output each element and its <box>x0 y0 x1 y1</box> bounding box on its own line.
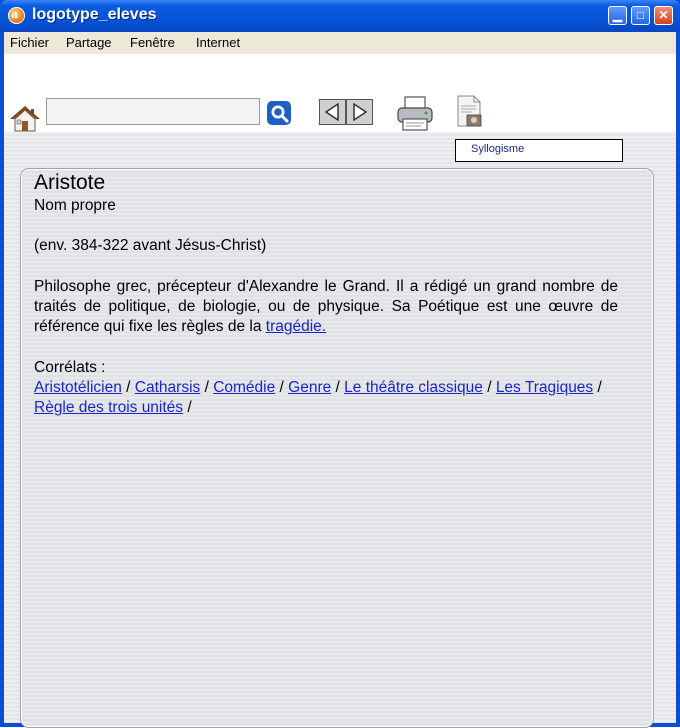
menu-internet[interactable]: Internet <box>196 35 240 50</box>
separator: / <box>275 379 289 396</box>
separator: / <box>331 379 345 396</box>
link-catharsis[interactable]: Catharsis <box>135 379 200 396</box>
separator: / <box>593 379 602 396</box>
client-area: Fichier Partage Fenêtre Internet Syllogi… <box>4 32 676 728</box>
window-title: logotype_eleves <box>32 6 157 23</box>
title-bar[interactable]: a logotype_eleves ▁ □ ✕ <box>0 0 680 32</box>
menu-partage[interactable]: Partage <box>66 35 112 50</box>
back-arrow-icon[interactable] <box>319 99 346 125</box>
close-button[interactable]: ✕ <box>654 6 673 25</box>
correlats-list: Aristotélicien / Catharsis / Comédie / G… <box>34 378 618 418</box>
separator: / <box>121 379 135 396</box>
menu-fichier[interactable]: Fichier <box>10 35 49 50</box>
app-window: a logotype_eleves ▁ □ ✕ Fichier Partage … <box>0 0 680 728</box>
separator: / <box>482 379 496 396</box>
entry-description: Philosophe grec, précepteur d'Alexandre … <box>34 277 618 337</box>
menu-fenetre[interactable]: Fenêtre <box>130 35 175 50</box>
minimize-button[interactable]: ▁ <box>608 6 627 25</box>
app-logo-icon: a <box>8 7 25 24</box>
document-icon[interactable] <box>456 95 484 129</box>
definition-content: Aristote Nom propre (env. 384-322 avant … <box>34 170 618 418</box>
link-tragedie[interactable]: tragédie. <box>266 318 326 335</box>
tooltip-syllogisme: Syllogisme <box>455 139 623 162</box>
link-comedie[interactable]: Comédie <box>213 379 275 396</box>
printer-icon[interactable] <box>395 95 435 133</box>
separator: / <box>200 379 214 396</box>
search-icon[interactable] <box>266 100 292 126</box>
forward-arrow-icon[interactable] <box>346 99 373 125</box>
home-icon[interactable] <box>9 104 41 134</box>
separator: / <box>183 399 192 416</box>
link-regle-trois-unites[interactable]: Règle des trois unités <box>34 399 183 416</box>
maximize-button[interactable]: □ <box>631 6 650 25</box>
navigation-arrows <box>319 99 373 125</box>
link-theatre-classique[interactable]: Le théâtre classique <box>344 379 483 396</box>
link-les-tragiques[interactable]: Les Tragiques <box>496 379 593 396</box>
entry-dates: (env. 384-322 avant Jésus-Christ) <box>34 237 267 254</box>
correlats-label: Corrélats : <box>34 359 106 376</box>
menu-bar: Fichier Partage Fenêtre Internet <box>4 32 676 54</box>
entry-title: Aristote <box>34 171 106 194</box>
link-genre[interactable]: Genre <box>288 379 331 396</box>
entry-category: Nom propre <box>34 197 116 214</box>
link-aristotelicien[interactable]: Aristotélicien <box>34 379 122 396</box>
search-input[interactable] <box>46 98 260 125</box>
